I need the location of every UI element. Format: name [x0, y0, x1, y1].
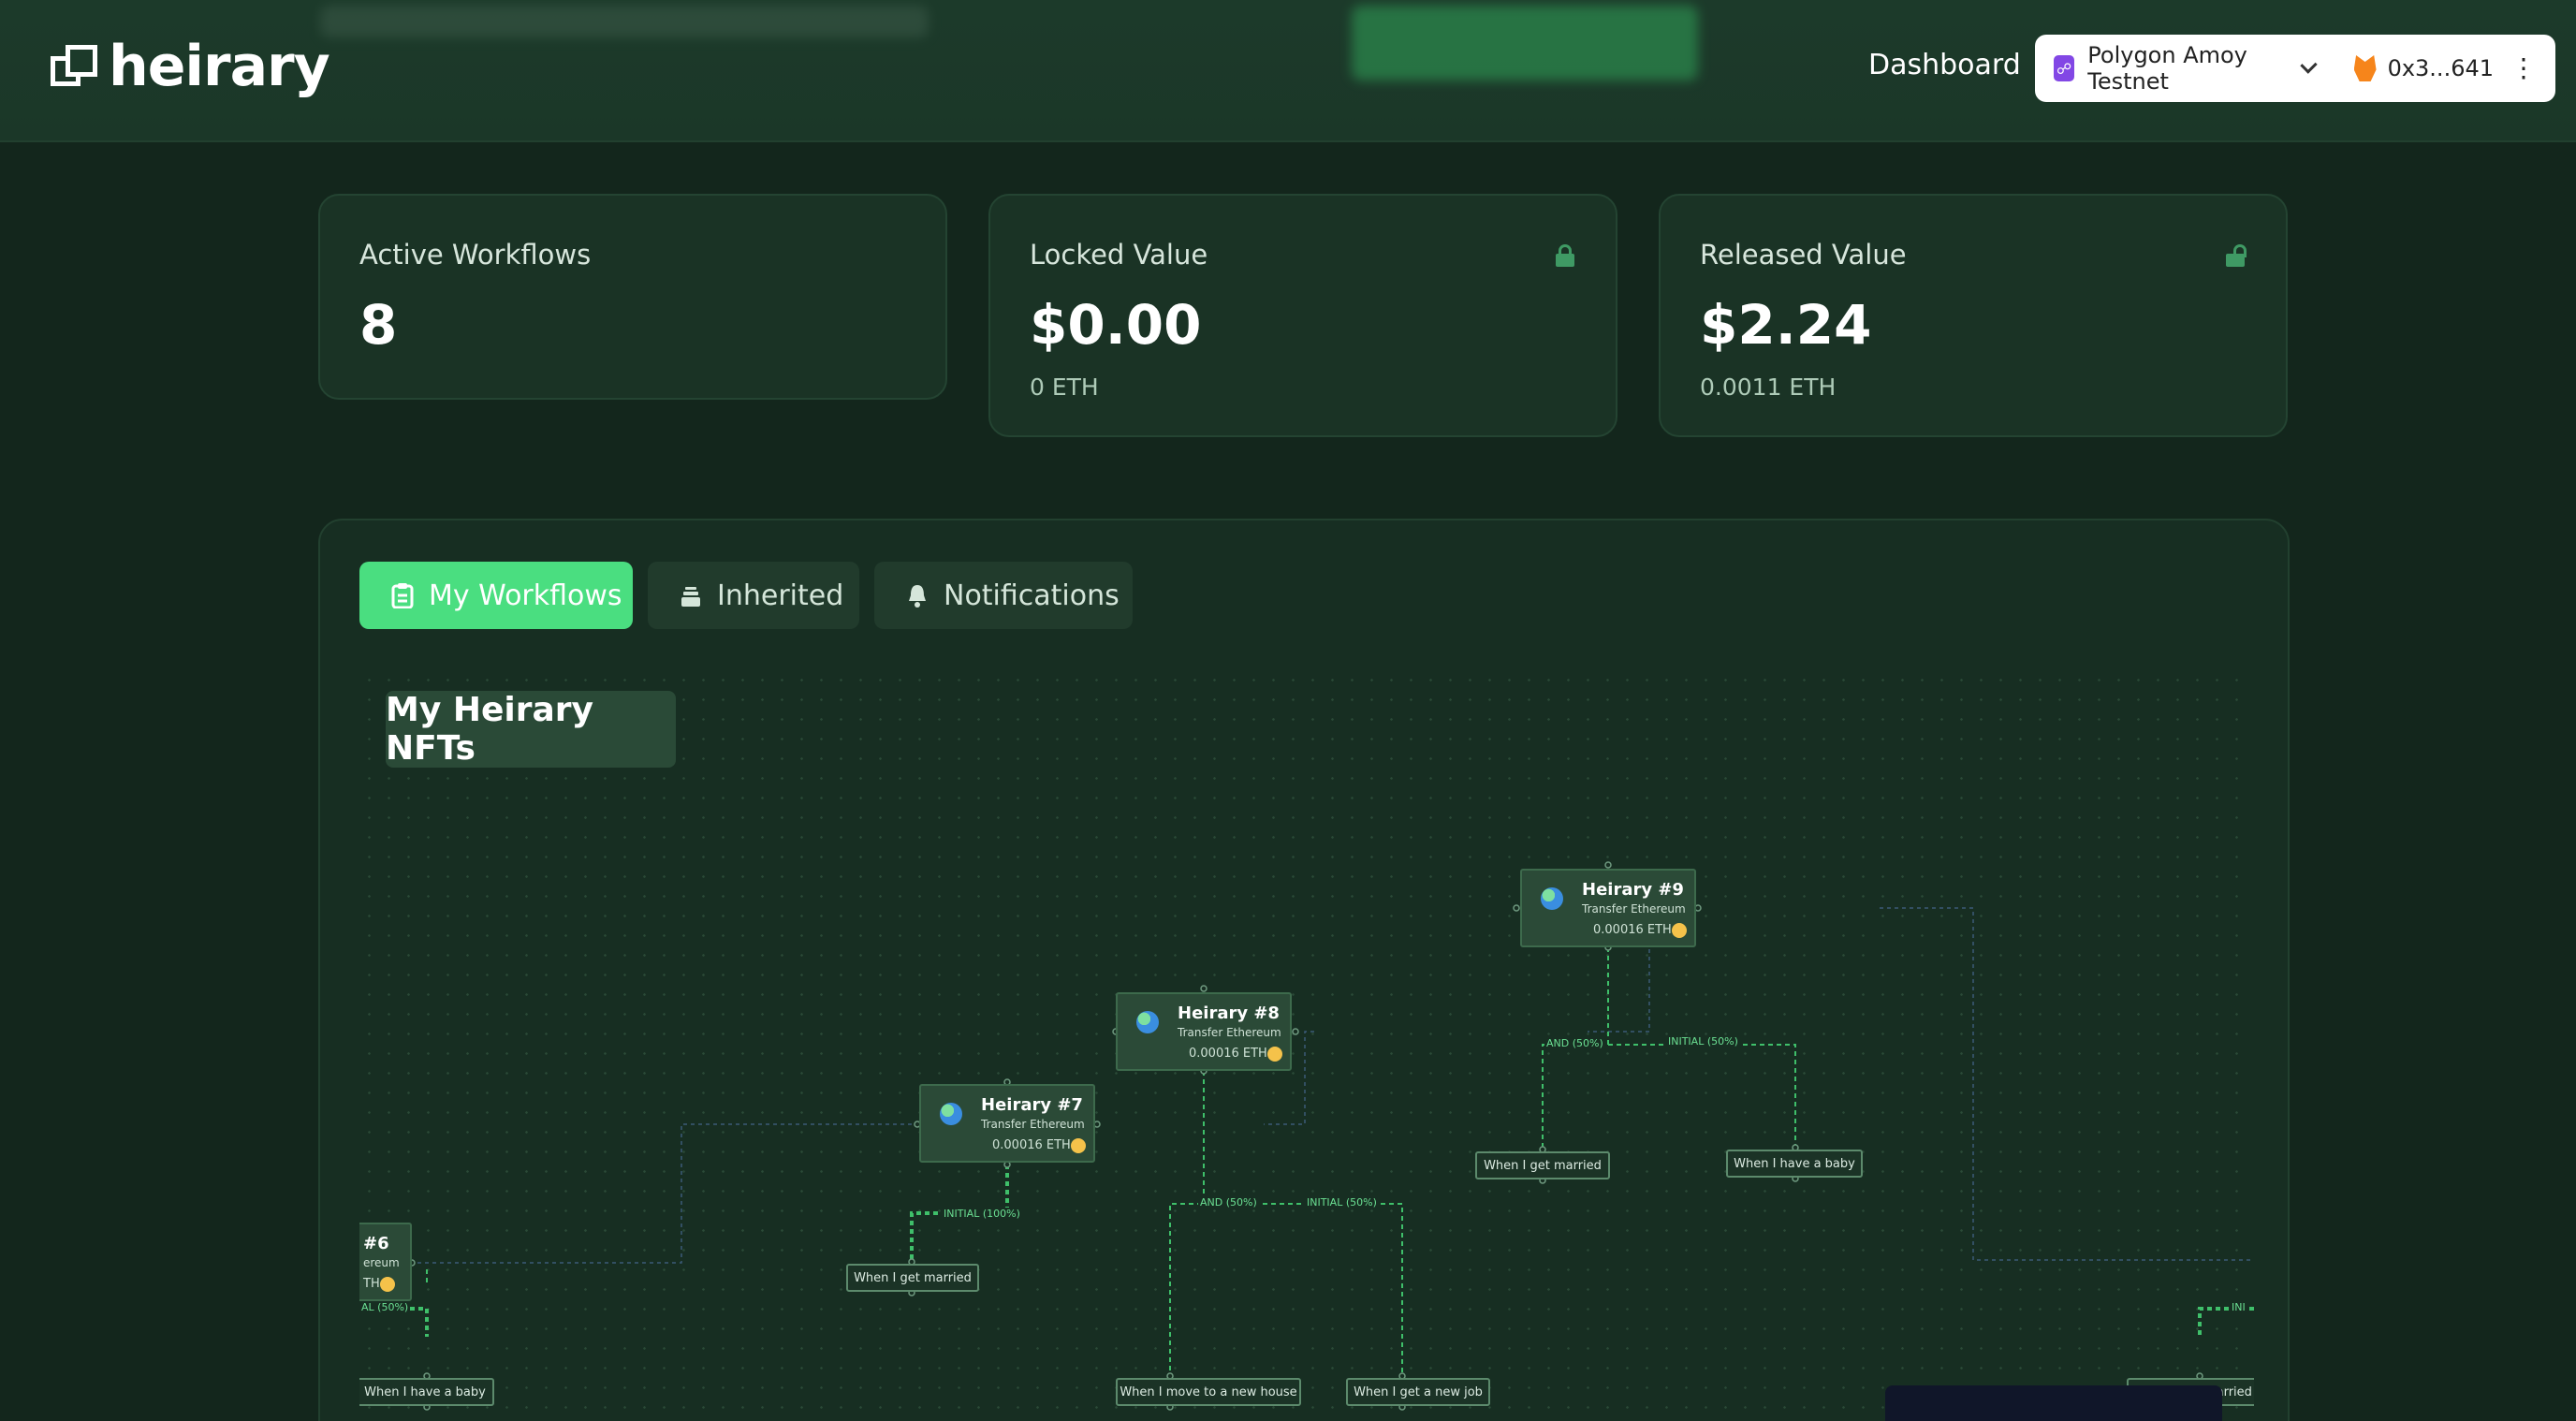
stack-icon: [681, 587, 700, 607]
edge-label: AND (50%): [1544, 1037, 1605, 1049]
node-title: Heirary #7: [981, 1095, 1083, 1115]
tab-inherited[interactable]: Inherited: [648, 562, 859, 629]
tab-my-workflows[interactable]: My Workflows: [359, 562, 633, 629]
wallet-address[interactable]: 0x3...641: [2388, 55, 2494, 81]
stat-subvalue: 0.0011 ETH: [1700, 374, 1837, 401]
condition-node[interactable]: When I move to a new house: [1116, 1378, 1301, 1406]
node-subtitle: ereum: [363, 1256, 400, 1269]
more-options-icon[interactable]: ⋮: [2510, 55, 2537, 81]
nft-node-heirary-9[interactable]: Heirary #9 Transfer Ethereum 0.00016 ETH: [1520, 869, 1696, 947]
condition-node[interactable]: When I get a new job: [1346, 1378, 1490, 1406]
unlock-icon: [2226, 244, 2247, 267]
overlay-widget[interactable]: [1885, 1385, 2222, 1421]
bell-icon: [909, 585, 926, 608]
edge-label: INI: [2230, 1301, 2247, 1313]
clipboard-icon: [391, 583, 414, 608]
coin-icon: [380, 1277, 395, 1292]
metamask-fox-icon[interactable]: [2353, 55, 2377, 81]
stat-card-active-workflows: Active Workflows 8: [318, 194, 947, 400]
node-subtitle: Transfer Ethereum: [981, 1118, 1085, 1131]
workflow-graph-canvas[interactable]: My Heirary NFTs AND (50%) INITIAL (50%) …: [359, 670, 2254, 1421]
tab-notifications[interactable]: Notifications: [874, 562, 1133, 629]
logo-text: heirary: [109, 34, 330, 99]
logo-icon: [49, 43, 101, 90]
stat-label: Released Value: [1700, 239, 1907, 271]
coin-icon: [1071, 1138, 1086, 1153]
node-title: #6: [363, 1234, 389, 1253]
lock-icon: [1556, 244, 1574, 267]
top-header: heirary Dashboard ☍ Polygon Amoy Testnet…: [0, 0, 2576, 142]
node-amount: 0.00016 ETH: [1593, 923, 1672, 937]
node-amount: TH: [363, 1277, 380, 1291]
globe-icon: [1541, 887, 1563, 910]
stat-value: 8: [359, 293, 398, 357]
condition-node[interactable]: When I get married: [1475, 1151, 1610, 1179]
node-subtitle: Transfer Ethereum: [1178, 1026, 1281, 1039]
nft-node-heirary-8[interactable]: Heirary #8 Transfer Ethereum 0.00016 ETH: [1116, 992, 1292, 1071]
stat-value: $2.24: [1700, 293, 1872, 357]
edge-label: AND (50%): [1198, 1196, 1259, 1209]
node-amount: 0.00016 ETH: [992, 1138, 1071, 1152]
stat-subvalue: 0 ETH: [1030, 374, 1099, 401]
stat-card-locked-value: Locked Value $0.00 0 ETH: [988, 194, 1617, 437]
stat-value: $0.00: [1030, 293, 1202, 357]
tab-label: My Workflows: [429, 579, 622, 612]
node-title: Heirary #9: [1582, 880, 1684, 900]
node-subtitle: Transfer Ethereum: [1582, 902, 1686, 916]
edge-label: INITIAL (50%): [1666, 1035, 1740, 1047]
coin-icon: [1672, 923, 1687, 938]
condition-node[interactable]: When I have a baby: [359, 1378, 494, 1406]
logo[interactable]: heirary: [49, 34, 330, 99]
blurred-banner: [320, 6, 929, 37]
network-selector[interactable]: Polygon Amoy Testnet: [2087, 42, 2285, 95]
chain-link-icon[interactable]: ☍: [2054, 55, 2075, 81]
nft-node-heirary-7[interactable]: Heirary #7 Transfer Ethereum 0.00016 ETH: [919, 1084, 1095, 1163]
edge-label: AL (50%): [359, 1301, 411, 1313]
stat-label: Locked Value: [1030, 239, 1208, 271]
condition-node[interactable]: When I get married: [846, 1264, 979, 1292]
coin-icon: [1267, 1047, 1282, 1062]
globe-icon: [1136, 1011, 1159, 1033]
edge-label: INITIAL (50%): [1305, 1196, 1379, 1209]
stat-card-released-value: Released Value $2.24 0.0011 ETH: [1659, 194, 2288, 437]
nav-dashboard-link[interactable]: Dashboard: [1868, 49, 2021, 81]
node-title: Heirary #8: [1178, 1003, 1280, 1023]
node-amount: 0.00016 ETH: [1189, 1047, 1267, 1061]
tab-label: Inherited: [717, 579, 844, 612]
globe-icon: [940, 1103, 962, 1125]
edge-label: INITIAL (100%): [942, 1208, 1022, 1220]
stat-label: Active Workflows: [359, 239, 592, 271]
tab-label: Notifications: [944, 579, 1120, 612]
wallet-connector: ☍ Polygon Amoy Testnet 0x3...641 ⋮: [2035, 35, 2555, 102]
nft-node-heirary-6[interactable]: #6 ereum TH: [359, 1223, 412, 1301]
chevron-down-icon[interactable]: [2300, 56, 2318, 74]
condition-node[interactable]: When I have a baby: [1726, 1150, 1863, 1178]
graph-edges: [359, 861, 2254, 1411]
workflows-panel: My Workflows Inherited Notifications My …: [318, 519, 2290, 1421]
blurred-banner-button: [1352, 6, 1698, 81]
